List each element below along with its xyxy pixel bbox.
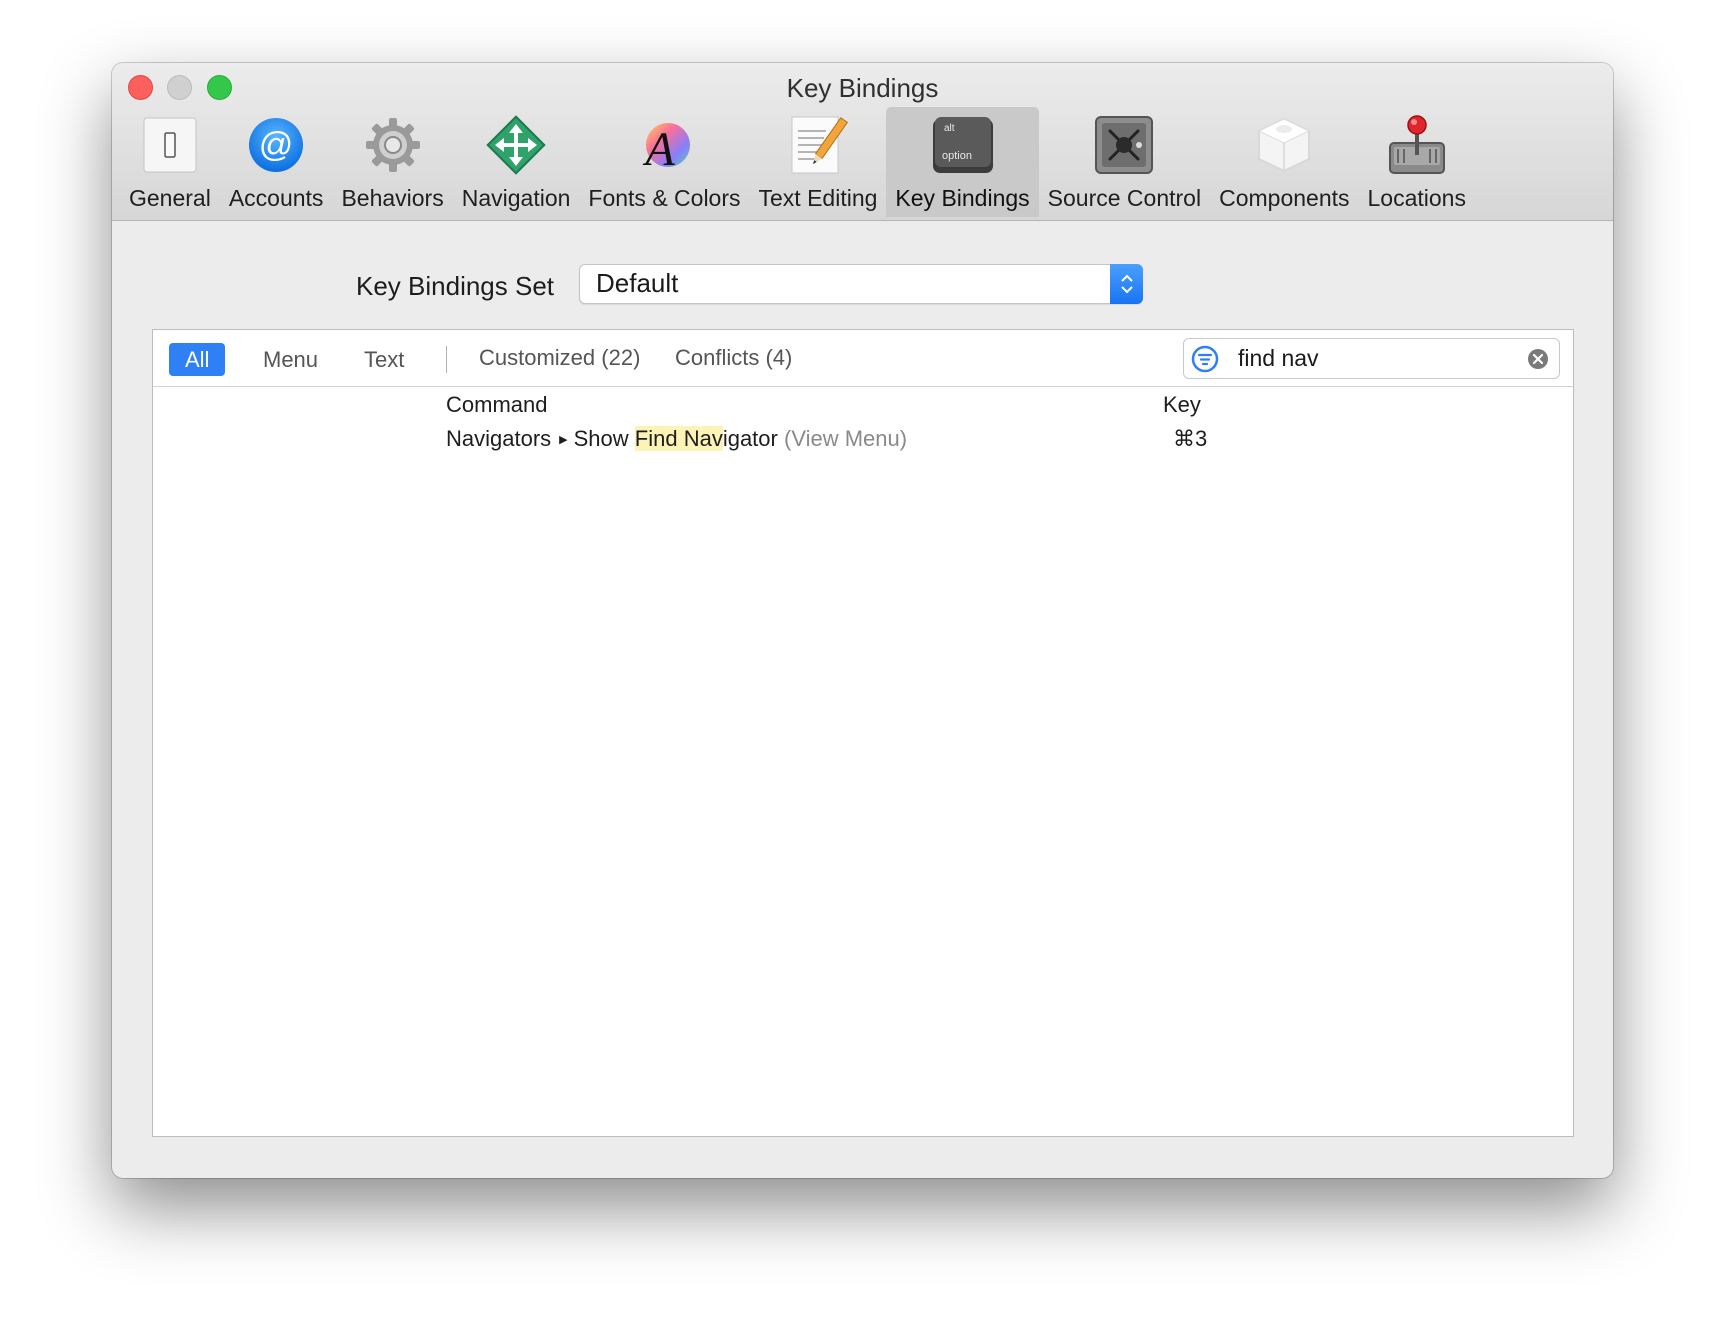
popup-chevron-icon (1110, 264, 1143, 304)
toolbar-label: Text Editing (758, 185, 878, 211)
clear-search-icon[interactable] (1527, 348, 1549, 370)
disclosure-triangle-icon: ▶ (559, 434, 568, 446)
filter-all[interactable]: All (169, 343, 226, 376)
preferences-toolbar: General @ Accounts Behaviors Navigation … (120, 107, 1475, 219)
window-title: Key Bindings (786, 73, 939, 103)
key-cell[interactable]: ⌘3 (1173, 426, 1207, 452)
toolbar-item-fonts-colors[interactable]: A Fonts & Colors (579, 107, 749, 217)
general-switch-icon (138, 113, 202, 177)
gear-icon (361, 113, 425, 177)
command-suffix: igator (722, 426, 778, 451)
toolbar-label: Key Bindings (895, 185, 1030, 211)
navigation-arrows-icon (484, 113, 548, 177)
toolbar-label: Navigation (461, 185, 571, 211)
at-sign-icon: @ (244, 113, 308, 177)
text-pencil-icon (786, 113, 850, 177)
column-header-key[interactable]: Key (1163, 392, 1201, 418)
command-cell: Navigators ▶ Show Find Navigator (View Men… (446, 426, 907, 452)
font-letter-icon: A (632, 113, 696, 177)
toolbar-label: Accounts (228, 185, 324, 211)
key-bindings-set-label: Key Bindings Set (356, 271, 555, 301)
toolbar-item-text-editing[interactable]: Text Editing (750, 107, 887, 217)
key-bottom-text: option (942, 150, 972, 162)
svg-text:@: @ (259, 126, 294, 164)
component-box-icon (1252, 113, 1316, 177)
toolbar-item-accounts[interactable]: @ Accounts (220, 107, 333, 217)
toolbar-item-general[interactable]: General (120, 107, 220, 217)
command-menu: (View Menu) (784, 426, 908, 451)
toolbar-item-key-bindings[interactable]: alt option Key Bindings (886, 107, 1039, 217)
command-prefix: Show (573, 426, 635, 451)
toolbar-label: Fonts & Colors (588, 185, 741, 211)
filter-icon[interactable] (1190, 344, 1220, 374)
search-input[interactable] (1238, 343, 1508, 373)
filter-customized[interactable]: Customized (22) (463, 341, 656, 374)
search-field[interactable] (1183, 338, 1560, 379)
option-key-icon: alt option (931, 113, 995, 177)
table-row[interactable]: Navigators ▶ Show Find Navigator (View Men… (153, 426, 1573, 460)
toolbar-label: Components (1219, 185, 1350, 211)
filter-text[interactable]: Text (348, 343, 420, 376)
toolbar-label: Locations (1367, 185, 1466, 211)
key-bindings-panel: All Menu Text Customized (22) Conflicts … (152, 329, 1574, 1137)
toolbar-item-components[interactable]: Components (1210, 107, 1358, 217)
titlebar: Key Bindings General @ Accounts Behavior… (112, 63, 1613, 221)
preferences-window: Key Bindings General @ Accounts Behavior… (112, 63, 1613, 1178)
vault-safe-icon (1092, 113, 1156, 177)
toolbar-label: Behaviors (341, 185, 444, 211)
toolbar-item-source-control[interactable]: Source Control (1039, 107, 1210, 217)
filter-conflicts[interactable]: Conflicts (4) (659, 341, 808, 374)
command-group: Navigators (446, 426, 552, 451)
key-top-text: alt (944, 123, 955, 134)
filter-bar: All Menu Text Customized (22) Conflicts … (153, 330, 1573, 387)
toolbar-item-navigation[interactable]: Navigation (453, 107, 580, 217)
toolbar-label: General (129, 185, 211, 211)
joystick-drive-icon (1385, 113, 1449, 177)
toolbar-item-locations[interactable]: Locations (1359, 107, 1475, 217)
key-bindings-set-popup[interactable]: Default (579, 264, 1143, 304)
toolbar-item-behaviors[interactable]: Behaviors (332, 107, 452, 217)
filter-divider (446, 346, 447, 373)
toolbar-label: Source Control (1047, 185, 1202, 211)
svg-text:A: A (643, 123, 676, 175)
filter-menu[interactable]: Menu (247, 343, 334, 376)
search-match-highlight: Find Nav (634, 426, 723, 451)
column-header-command[interactable]: Command (446, 392, 547, 418)
key-bindings-set-value: Default (596, 268, 679, 298)
